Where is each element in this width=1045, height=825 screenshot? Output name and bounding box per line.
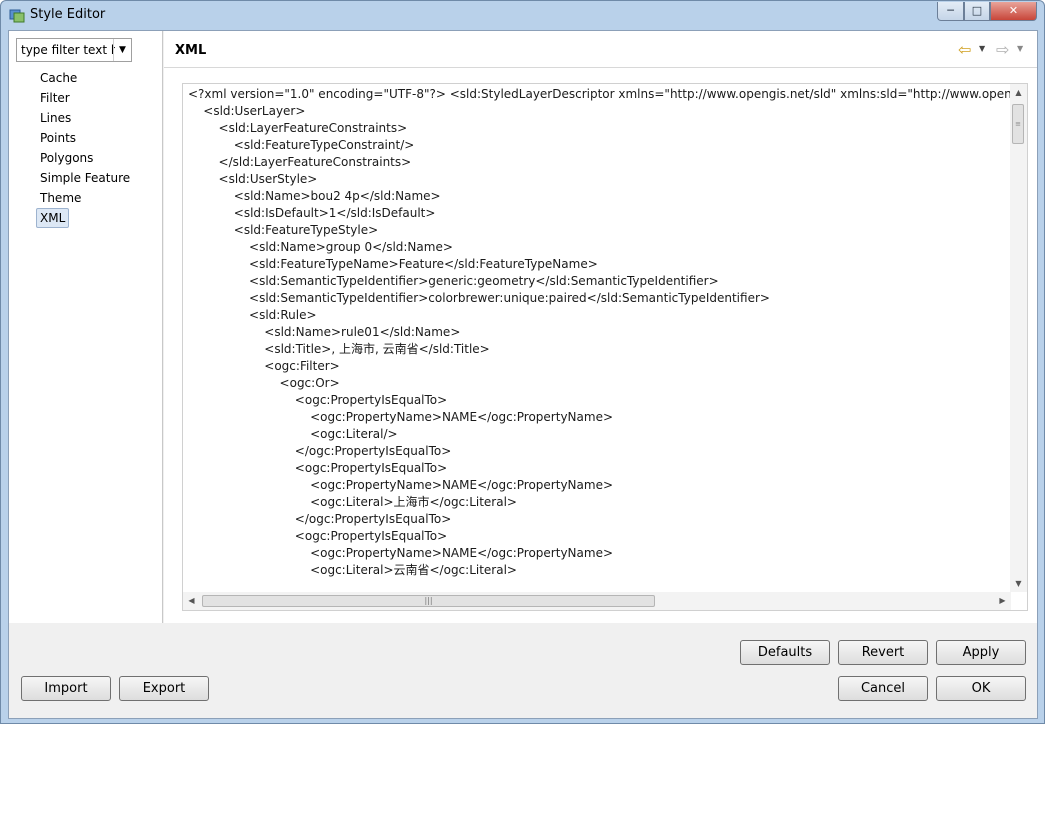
xml-line[interactable]: <sld:SemanticTypeIdentifier>colorbrewer:… bbox=[183, 290, 1011, 307]
xml-line[interactable]: <ogc:Literal/> bbox=[183, 426, 1011, 443]
xml-line[interactable]: </ogc:PropertyIsEqualTo> bbox=[183, 511, 1011, 528]
cancel-button[interactable]: Cancel bbox=[838, 676, 928, 701]
xml-text-editor[interactable]: <?xml version="1.0" encoding="UTF-8"?> <… bbox=[182, 83, 1028, 611]
export-button[interactable]: Export bbox=[119, 676, 209, 701]
xml-line[interactable]: <ogc:PropertyName>NAME</ogc:PropertyName… bbox=[183, 545, 1011, 562]
xml-line[interactable]: <sld:FeatureTypeConstraint/> bbox=[183, 137, 1011, 154]
xml-page: XML ⇦ ▼ ⇨ ▼ <?xml version="1.0" encoding… bbox=[164, 31, 1037, 623]
nav-item-cache[interactable]: Cache bbox=[36, 68, 134, 88]
xml-line[interactable]: <ogc:Filter> bbox=[183, 358, 1011, 375]
import-button[interactable]: Import bbox=[21, 676, 111, 701]
apply-button[interactable]: Apply bbox=[936, 640, 1026, 665]
scroll-right-icon[interactable]: ▶ bbox=[994, 592, 1011, 610]
nav-item-lines[interactable]: Lines bbox=[36, 108, 134, 128]
defaults-button[interactable]: Defaults bbox=[740, 640, 830, 665]
xml-line[interactable]: <ogc:Literal>云南省</ogc:Literal> bbox=[183, 562, 1011, 579]
horizontal-scroll-thumb[interactable]: ||| bbox=[202, 595, 655, 607]
ok-button[interactable]: OK bbox=[936, 676, 1026, 701]
xml-line[interactable]: </ogc:PropertyIsEqualTo> bbox=[183, 443, 1011, 460]
forward-arrow-icon[interactable]: ⇨ bbox=[996, 40, 1009, 59]
nav-item-simple-feature[interactable]: Simple Feature bbox=[36, 168, 134, 188]
page-list: Cache Filter Lines Points Polygons Simpl… bbox=[36, 68, 134, 228]
vertical-scroll-thumb[interactable]: ≡ bbox=[1012, 104, 1024, 144]
nav-item-theme[interactable]: Theme bbox=[36, 188, 134, 208]
style-editor-window: Style Editor ─ □ ✕ type filter text h ▼ … bbox=[0, 0, 1045, 724]
xml-line[interactable]: <ogc:PropertyName>NAME</ogc:PropertyName… bbox=[183, 477, 1011, 494]
close-button[interactable]: ✕ bbox=[990, 2, 1037, 21]
nav-item-polygons[interactable]: Polygons bbox=[36, 148, 134, 168]
xml-line[interactable]: </sld:LayerFeatureConstraints> bbox=[183, 154, 1011, 171]
page-navigation-pane: type filter text h ▼ Cache Filter Lines … bbox=[9, 31, 163, 623]
filter-input-text[interactable]: type filter text h bbox=[21, 43, 115, 57]
xml-line[interactable]: <sld:Name>group 0</sld:Name> bbox=[183, 239, 1011, 256]
minimize-icon: ─ bbox=[947, 4, 954, 17]
scroll-down-icon[interactable]: ▼ bbox=[1010, 575, 1027, 592]
minimize-button[interactable]: ─ bbox=[937, 2, 964, 21]
xml-line[interactable]: <ogc:Or> bbox=[183, 375, 1011, 392]
maximize-icon: □ bbox=[971, 4, 983, 17]
maximize-button[interactable]: □ bbox=[964, 2, 990, 21]
xml-line[interactable]: <sld:SemanticTypeIdentifier>generic:geom… bbox=[183, 273, 1011, 290]
page-title: XML bbox=[175, 43, 207, 58]
scroll-left-icon[interactable]: ◀ bbox=[183, 592, 200, 610]
xml-line[interactable]: <ogc:Literal>上海市</ogc:Literal> bbox=[183, 494, 1011, 511]
forward-history-dropdown-icon[interactable]: ▼ bbox=[1017, 44, 1023, 53]
back-arrow-icon[interactable]: ⇦ bbox=[958, 40, 971, 59]
xml-line[interactable]: <sld:Rule> bbox=[183, 307, 1011, 324]
scroll-up-icon[interactable]: ▲ bbox=[1010, 84, 1027, 101]
dialog-client-area: type filter text h ▼ Cache Filter Lines … bbox=[8, 30, 1038, 719]
header-divider bbox=[164, 67, 1037, 68]
xml-line[interactable]: <sld:FeatureTypeName>Feature</sld:Featur… bbox=[183, 256, 1011, 273]
back-history-dropdown-icon[interactable]: ▼ bbox=[979, 44, 985, 53]
xml-line[interactable]: <sld:Name>rule01</sld:Name> bbox=[183, 324, 1011, 341]
window-title: Style Editor bbox=[30, 7, 106, 22]
xml-line[interactable]: <?xml version="1.0" encoding="UTF-8"?> <… bbox=[183, 86, 1011, 103]
nav-item-xml[interactable]: XML bbox=[36, 208, 70, 228]
close-icon: ✕ bbox=[1008, 4, 1019, 17]
style-editor-icon bbox=[9, 9, 25, 23]
nav-item-points[interactable]: Points bbox=[36, 128, 134, 148]
horizontal-scrollbar[interactable]: ◀ ||| ▶ bbox=[183, 592, 1011, 610]
xml-line[interactable]: <ogc:PropertyIsEqualTo> bbox=[183, 460, 1011, 477]
xml-line[interactable]: <ogc:PropertyName>NAME</ogc:PropertyName… bbox=[183, 409, 1011, 426]
xml-line[interactable]: <ogc:PropertyIsEqualTo> bbox=[183, 528, 1011, 545]
vertical-scrollbar[interactable]: ▲ ≡ ▼ bbox=[1010, 84, 1027, 592]
xml-content[interactable]: <?xml version="1.0" encoding="UTF-8"?> <… bbox=[183, 86, 1011, 591]
revert-button[interactable]: Revert bbox=[838, 640, 928, 665]
filter-input[interactable]: type filter text h ▼ bbox=[16, 38, 132, 62]
xml-line[interactable]: <sld:UserStyle> bbox=[183, 171, 1011, 188]
title-bar[interactable]: Style Editor ─ □ ✕ bbox=[1, 1, 1044, 29]
chevron-down-icon[interactable]: ▼ bbox=[113, 39, 131, 61]
xml-line[interactable]: <ogc:PropertyIsEqualTo> bbox=[183, 392, 1011, 409]
xml-line[interactable]: <sld:Name>bou2 4p</sld:Name> bbox=[183, 188, 1011, 205]
xml-line[interactable]: <sld:IsDefault>1</sld:IsDefault> bbox=[183, 205, 1011, 222]
nav-item-filter[interactable]: Filter bbox=[36, 88, 134, 108]
xml-line[interactable]: <sld:Title>, 上海市, 云南省</sld:Title> bbox=[183, 341, 1011, 358]
xml-line[interactable]: <sld:LayerFeatureConstraints> bbox=[183, 120, 1011, 137]
xml-line[interactable]: <sld:UserLayer> bbox=[183, 103, 1011, 120]
xml-line[interactable]: <sld:FeatureTypeStyle> bbox=[183, 222, 1011, 239]
